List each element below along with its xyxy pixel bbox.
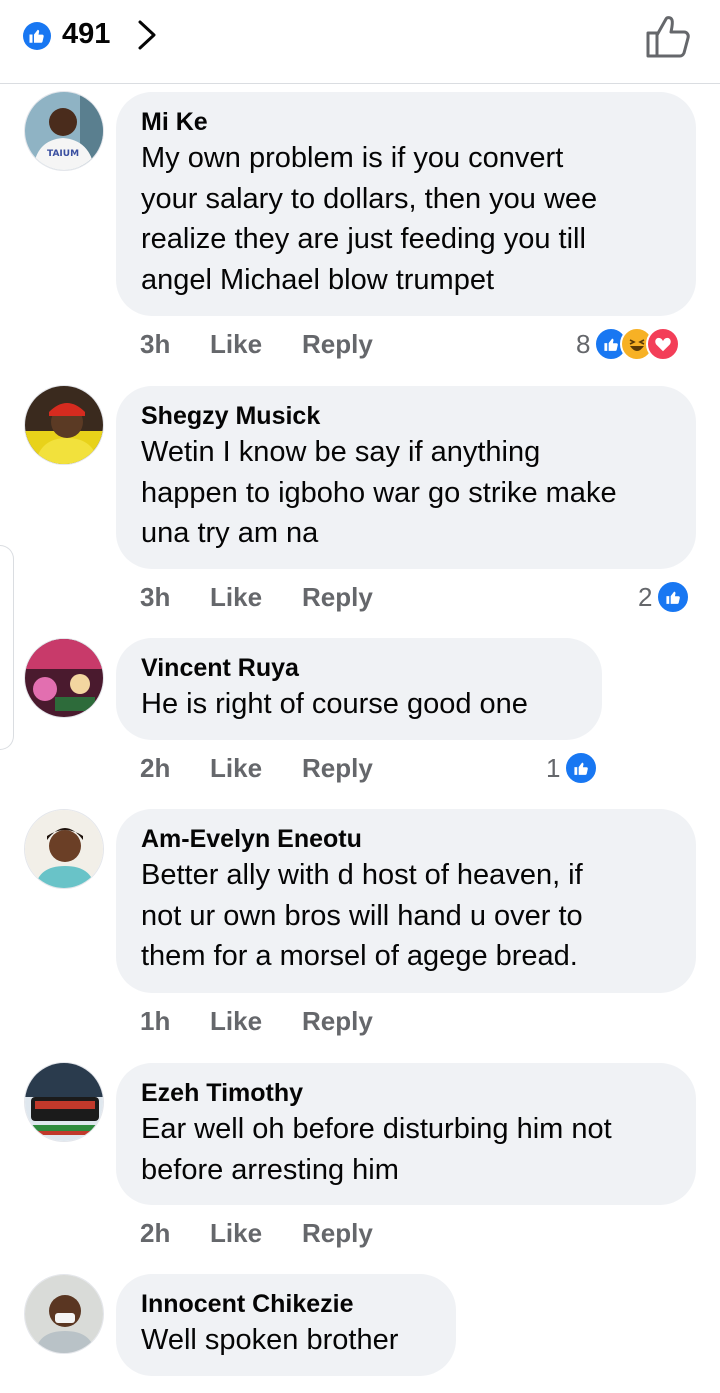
comment-text-line: before arresting him — [141, 1153, 399, 1186]
comment-text-line: Wetin I know be say if anything — [141, 436, 541, 468]
like-icon — [656, 580, 691, 614]
comment-text-line: them for a morsel of agege bread. — [141, 940, 578, 972]
comment-actions: 3h Like Reply — [140, 577, 373, 617]
reply-button[interactable]: Reply — [302, 1218, 373, 1249]
chevron-right-icon[interactable] — [134, 18, 160, 52]
comment-author[interactable]: Ezeh Timothy — [141, 1077, 670, 1109]
svg-text:TAIUM: TAIUM — [47, 149, 79, 159]
comment-time[interactable]: 3h — [140, 329, 210, 360]
like-icon — [564, 751, 599, 785]
comment-text-line: your salary to dollars, then you wee — [141, 182, 598, 215]
comment-bubble[interactable]: Ezeh Timothy Ear well oh before disturbi… — [116, 1063, 696, 1205]
reply-button[interactable]: Reply — [302, 329, 373, 360]
reaction-count: 2 — [638, 581, 653, 612]
like-button[interactable]: Like — [210, 329, 302, 360]
avatar[interactable] — [24, 1274, 104, 1354]
comment-text-line: not ur own bros will hand u over to — [141, 899, 583, 932]
avatar[interactable] — [24, 385, 104, 465]
comment-bubble[interactable]: Innocent Chikezie Well spoken brother — [116, 1274, 456, 1376]
comment-text-line: Better ally with d host of heaven, if — [141, 859, 583, 891]
comment-actions-cut — [140, 1384, 380, 1393]
avatar[interactable]: TAIUM — [24, 91, 104, 171]
comment-bubble[interactable]: Shegzy Musick Wetin I know be say if any… — [116, 386, 696, 569]
comment-text-line: Well spoken brother — [141, 1324, 399, 1356]
reaction-summary[interactable]: 8 — [576, 324, 681, 364]
comment-actions: 2h Like Reply — [140, 748, 373, 788]
reaction-count: 1 — [546, 752, 561, 783]
reaction-summary[interactable]: 2 — [638, 577, 691, 617]
comment-text-line: angel Michael blow trumpet — [141, 263, 495, 296]
comment-time[interactable]: 2h — [140, 753, 210, 784]
comment-actions: 2h Like Reply — [140, 1213, 373, 1253]
comment-author[interactable]: Am-Evelyn Eneotu — [141, 823, 670, 855]
like-button[interactable]: Like — [210, 1218, 302, 1249]
avatar[interactable] — [24, 1062, 104, 1142]
comment-author[interactable]: Vincent Ruya — [141, 652, 576, 684]
side-panel-edge — [0, 545, 14, 750]
comment-text-line: He is right of course good one — [141, 688, 528, 720]
reaction-summary[interactable]: 1 — [546, 748, 599, 788]
comment-author[interactable]: Shegzy Musick — [141, 400, 670, 432]
comment-text-line: My own problem is if you convert — [141, 142, 564, 174]
like-button[interactable]: Like — [210, 1006, 302, 1037]
reply-button[interactable]: Reply — [302, 753, 373, 784]
reactions-header[interactable]: 491 — [0, 0, 720, 84]
comment-time[interactable]: 1h — [140, 1006, 210, 1037]
comment-text-line: una try am na — [141, 517, 319, 549]
comment-text-line: Ear well oh before disturbing him not — [141, 1113, 612, 1145]
comment-time[interactable]: 3h — [140, 582, 210, 613]
like-icon — [23, 22, 51, 50]
comment-text-line: happen to igboho war go strike make — [141, 476, 617, 509]
reply-button[interactable]: Reply — [302, 582, 373, 613]
comment-bubble[interactable]: Am-Evelyn Eneotu Better ally with d host… — [116, 809, 696, 993]
love-icon — [646, 327, 681, 361]
like-button[interactable]: Like — [210, 753, 302, 784]
avatar[interactable] — [24, 638, 104, 718]
comment-author[interactable]: Innocent Chikezie — [141, 1288, 430, 1320]
comment-actions: 3h Like Reply — [140, 324, 373, 364]
comment-time[interactable]: 2h — [140, 1218, 210, 1249]
comment-bubble[interactable]: Mi Ke My own problem is if you convert y… — [116, 92, 696, 316]
reaction-total-count: 491 — [62, 18, 111, 50]
comment-text-line: realize they are just feeding you till — [141, 223, 586, 255]
comment-bubble[interactable]: Vincent Ruya He is right of course good … — [116, 638, 602, 740]
avatar[interactable] — [24, 809, 104, 889]
thumbs-up-outline-icon[interactable] — [644, 13, 692, 59]
like-button[interactable]: Like — [210, 582, 302, 613]
comment-actions: 1h Like Reply — [140, 1001, 373, 1041]
comment-author[interactable]: Mi Ke — [141, 106, 670, 138]
reaction-count: 8 — [576, 328, 591, 359]
reply-button[interactable]: Reply — [302, 1006, 373, 1037]
